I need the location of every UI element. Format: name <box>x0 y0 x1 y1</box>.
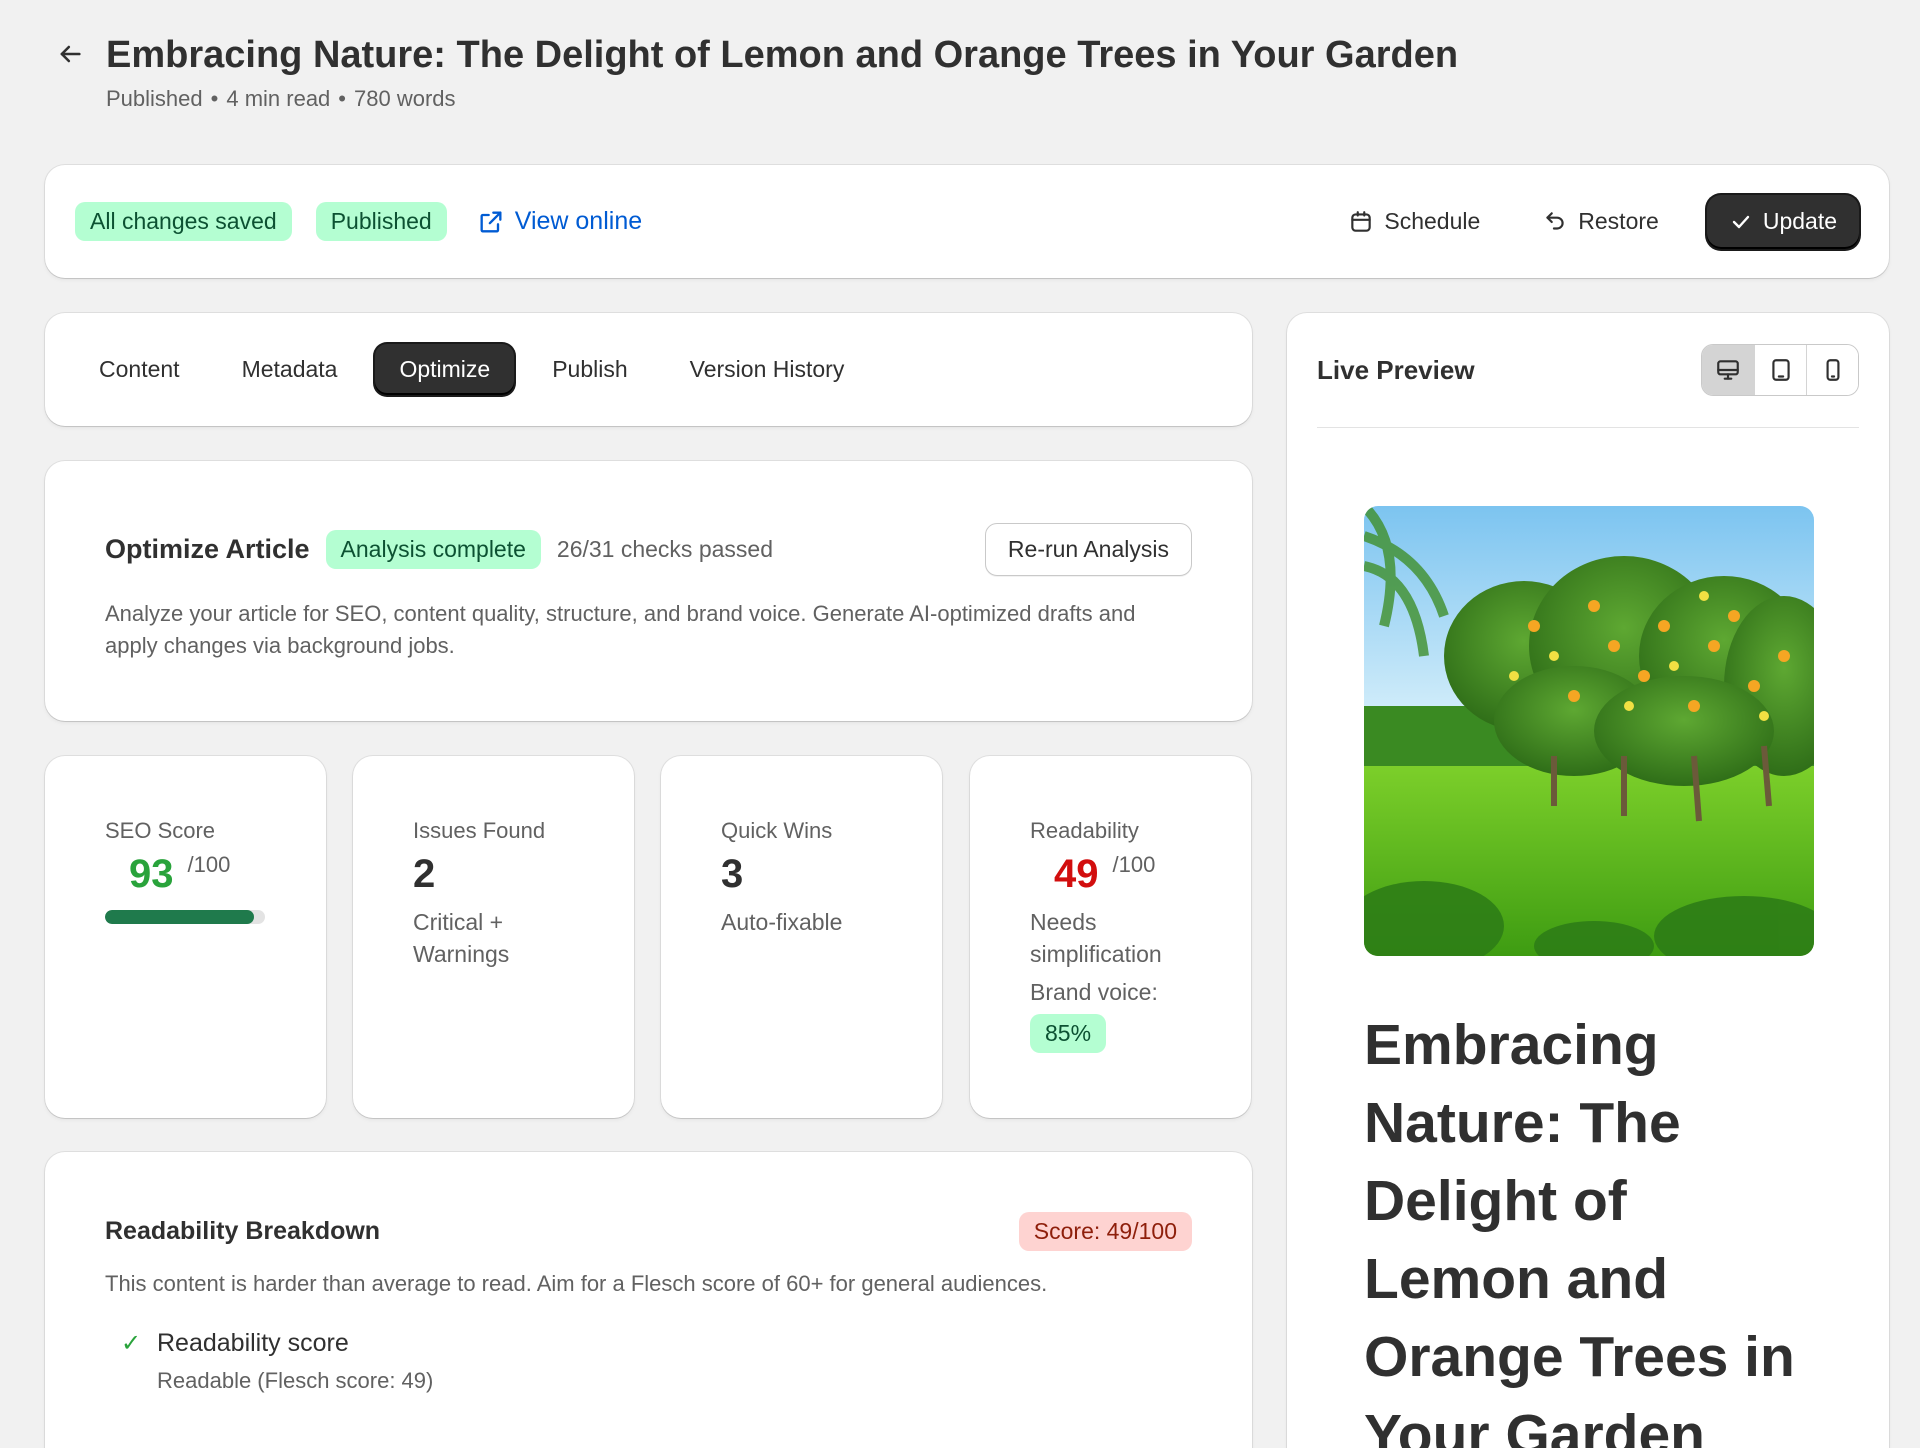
issues-sub: Critical + Warnings <box>413 909 510 967</box>
optimize-description: Analyze your article for SEO, content qu… <box>105 601 1136 658</box>
readability-breakdown-description: This content is harder than average to r… <box>105 1271 1048 1296</box>
update-label: Update <box>1762 208 1837 234</box>
issues-label: Issues Found <box>413 818 546 843</box>
issues-value: 2 <box>413 852 436 896</box>
tab-metadata[interactable]: Metadata <box>218 344 362 395</box>
restore-label: Restore <box>1578 208 1659 234</box>
saved-badge: All changes saved <box>75 202 292 241</box>
published-badge: Published <box>315 202 447 241</box>
readability-label: Readability <box>1030 818 1139 843</box>
issues-found-card: Issues Found 2 Critical + Warnings <box>353 756 634 1118</box>
seo-score-progress <box>105 910 265 924</box>
article-hero-image <box>1364 506 1814 956</box>
readability-card: Readability 49 /100 Needs simplification… <box>970 756 1251 1118</box>
live-preview-panel: Live Preview Embracing Nature: The Delig… <box>1287 313 1889 1448</box>
rerun-analysis-button[interactable]: Re-run Analysis <box>984 523 1192 576</box>
readability-breakdown-title: Readability Breakdown <box>105 1217 381 1245</box>
schedule-button[interactable]: Schedule <box>1334 198 1494 245</box>
undo-icon <box>1546 211 1564 230</box>
page-meta: Published • 4 min read • 780 words <box>106 86 456 111</box>
calendar-icon <box>1351 210 1372 232</box>
readability-breakdown-card: Readability Breakdown Score: 49/100 This… <box>45 1152 1252 1448</box>
tab-version-history[interactable]: Version History <box>666 344 869 395</box>
page-title: Embracing Nature: The Delight of Lemon a… <box>106 34 1459 76</box>
check-item-detail: Readable (Flesch score: 49) <box>157 1368 434 1393</box>
seo-score-card: SEO Score 93 /100 <box>45 756 326 1118</box>
meta-read-time: 4 min read <box>226 86 331 111</box>
live-preview-title: Live Preview <box>1317 354 1475 385</box>
check-item-title: Readability score <box>157 1329 349 1357</box>
view-online-label: View online <box>514 207 643 235</box>
analysis-status-badge: Analysis complete <box>325 530 541 569</box>
optimize-title: Optimize Article <box>105 534 310 564</box>
back-button[interactable] <box>54 38 86 70</box>
checks-passed: 26/31 checks passed <box>556 536 773 562</box>
status-bar: All changes saved Published View online … <box>45 165 1889 278</box>
tab-publish[interactable]: Publish <box>528 344 651 395</box>
list-item: ✓ Readability score Readable (Flesch sco… <box>105 1329 1192 1394</box>
device-toggle-group <box>1701 344 1859 396</box>
readability-value: 49 <box>1054 852 1099 896</box>
quick-wins-label: Quick Wins <box>721 818 833 843</box>
desktop-view-button[interactable] <box>1702 345 1754 395</box>
readability-sub: Needs simplification <box>1030 909 1162 967</box>
seo-score-label: SEO Score <box>105 818 216 843</box>
meta-status: Published <box>106 86 203 111</box>
quick-wins-card: Quick Wins 3 Auto-fixable <box>661 756 942 1118</box>
page-header: Embracing Nature: The Delight of Lemon a… <box>54 30 1458 112</box>
tablet-view-button[interactable] <box>1754 345 1806 395</box>
tab-optimize[interactable]: Optimize <box>375 344 515 395</box>
check-icon: ✓ <box>121 1330 142 1357</box>
seo-score-unit: /100 <box>187 852 231 877</box>
readability-score-badge: Score: 49/100 <box>1018 1212 1192 1251</box>
arrow-left-icon <box>60 45 81 63</box>
optimize-article-card: Optimize Article Analysis complete 26/31… <box>45 461 1252 721</box>
mobile-view-button[interactable] <box>1806 345 1858 395</box>
tab-bar: Content Metadata Optimize Publish Versio… <box>45 313 1252 426</box>
restore-button[interactable]: Restore <box>1528 198 1673 245</box>
seo-score-value: 93 <box>129 852 174 896</box>
quick-wins-sub: Auto-fixable <box>721 909 843 935</box>
external-link-icon <box>480 211 502 232</box>
meta-word-count: 780 words <box>354 86 456 111</box>
status-actions: Schedule Restore Update <box>1334 194 1859 249</box>
quick-wins-value: 3 <box>721 852 744 896</box>
update-button[interactable]: Update <box>1706 194 1859 249</box>
tab-content[interactable]: Content <box>75 344 204 395</box>
seo-score-progress-fill <box>105 910 254 924</box>
preview-article-title: Embracing Nature: The Delight of Lemon a… <box>1364 1013 1795 1448</box>
tablet-icon <box>1771 359 1790 381</box>
schedule-label: Schedule <box>1384 208 1481 234</box>
desktop-icon <box>1717 360 1739 380</box>
checkmark-icon <box>1732 215 1750 228</box>
view-online-link[interactable]: View online <box>477 207 642 236</box>
brand-voice-label: Brand voice: <box>1030 979 1158 1005</box>
readability-unit: /100 <box>1112 852 1156 877</box>
mobile-icon <box>1826 359 1839 381</box>
brand-voice-badge: 85% <box>1030 1014 1107 1053</box>
